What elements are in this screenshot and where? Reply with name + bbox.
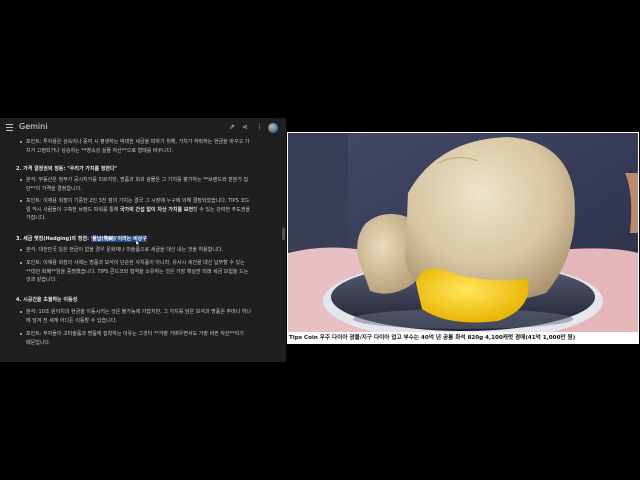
gemini-header: Gemini ⇗ ⋖ ⋮ [0, 118, 286, 138]
text-line: 분석: 무동산은 정부가 공시지가를 미르지만, 명품과 희귀 광물은 그 가치… [26, 177, 249, 183]
image-panel: Tips Coin 우주 다이아 광물/지구 다이아 업고 부수는 40억 년 … [287, 132, 639, 344]
bullet-icon [20, 311, 22, 313]
text-line: 포인트: 투자용은 상속이나 증여 시 평생하는 박대한 세금을 피하기 위해,… [26, 139, 250, 145]
menu-icon[interactable] [6, 124, 13, 131]
bullet-icon [20, 141, 22, 143]
text-line: 포인트: 이재용 회장이 기중한 2인 3천 점의 가치는 결국 그 시장에 누… [26, 198, 250, 204]
text-line: 분석: 대한민국 일은 현금이 없을 경우 문화재나 미술품으로 세금을 대신 … [26, 247, 224, 253]
text-line: 단**이 가격을 결정합니다. [26, 185, 82, 192]
gemstone-photo [288, 133, 638, 332]
section-heading: 3. 세금 헷징(Hedging)의 정점: '물납(物納)'이라는 비상구 [16, 236, 147, 242]
share-external-icon[interactable]: ⇗ [229, 122, 235, 132]
list-item: 분석: 무동산은 정부가 공시지가를 미르지만, 명품과 희귀 광물은 그 가치… [26, 176, 276, 193]
text-line: 포인트: 이재용 회장의 사례는 명품과 보석이 단순한 사치품이 아니라, 유… [26, 260, 245, 266]
list-item: 포인트: 투자용은 상속이나 증여 시 평생하는 박대한 세금을 피하기 위해,… [26, 138, 276, 155]
scrollbar[interactable] [282, 228, 285, 240]
image-caption: Tips Coin 우주 다이아 광물/지구 다이아 업고 부수는 40억 년 … [289, 335, 576, 341]
bullet-icon [20, 262, 22, 264]
bullet-icon [20, 200, 22, 202]
chat-response: 포인트: 투자용은 상속이나 증여 시 평생하는 박대한 세금을 피하기 위해,… [12, 138, 274, 362]
more-vert-icon[interactable]: ⋮ [256, 122, 263, 132]
list-item: 포인트: 이재용 회장이 기중한 2인 3천 점의 가치는 결국 그 시장에 누… [26, 197, 276, 223]
app-title: Gemini [19, 122, 48, 131]
list-item: 포인트: 이재용 회장의 사례는 명품과 보석이 단순한 사치품이 아니라, 유… [26, 259, 276, 285]
text-line: 가집니다. [26, 215, 46, 221]
text-line: 포인트: 부자들이 고미술품과 명품에 집착하는 이유는 그것이 **가장 가벼… [26, 331, 244, 337]
list-item: 분석: 대한민국 일은 현금이 없을 경우 문화재나 미술품으로 세금을 대신 … [26, 246, 276, 255]
bullet-icon [20, 249, 22, 251]
text-line: **대안 화폐**임을 증명했습니다. TIPS 콘드코와 협약을 소유하는 것… [26, 268, 249, 275]
text-line: 때문입니다. [26, 339, 51, 346]
text-line: 치가 고정되거나 상승하는 **영속성 실물 자산**으로 형태를 바꾸니다. [26, 147, 173, 154]
list-item: 포인트: 부자들이 고미술품과 명품에 집착하는 이유는 그것이 **가장 가벼… [26, 330, 276, 347]
bullet-icon [20, 179, 22, 181]
text-line: 분석: 10조 원어치의 현금을 이동시키는 것은 불가능에 가깝지만, 그 가… [26, 309, 252, 315]
text-line: 에 담겨 전 세계 어디든 이동할 수 있습니다. [26, 317, 117, 324]
section-heading: 4. 시공간을 초월하는 이동성 [16, 297, 78, 303]
section-heading: 2. 가격 결정권의 정동: "우리가 가치를 정한다" [16, 166, 118, 172]
mouse-cursor-icon [136, 240, 140, 246]
gemini-chat-panel: Gemini ⇗ ⋖ ⋮ 포인트: 투자용은 상속이나 증여 시 평생하는 박대… [0, 118, 286, 362]
share-icon[interactable]: ⋖ [242, 122, 248, 132]
text-line: 것과 같습니다. [26, 277, 57, 283]
bullet-icon [20, 333, 22, 335]
list-item: 분석: 10조 원어치의 현금을 이동시키는 것은 불가능에 가깝지만, 그 가… [26, 308, 276, 325]
avatar[interactable] [268, 123, 278, 133]
text-line: 럴 악시 사람들이 구축한 브랜드 파워를 통해 국가의 간섭 없이 자산 가치… [26, 206, 251, 213]
